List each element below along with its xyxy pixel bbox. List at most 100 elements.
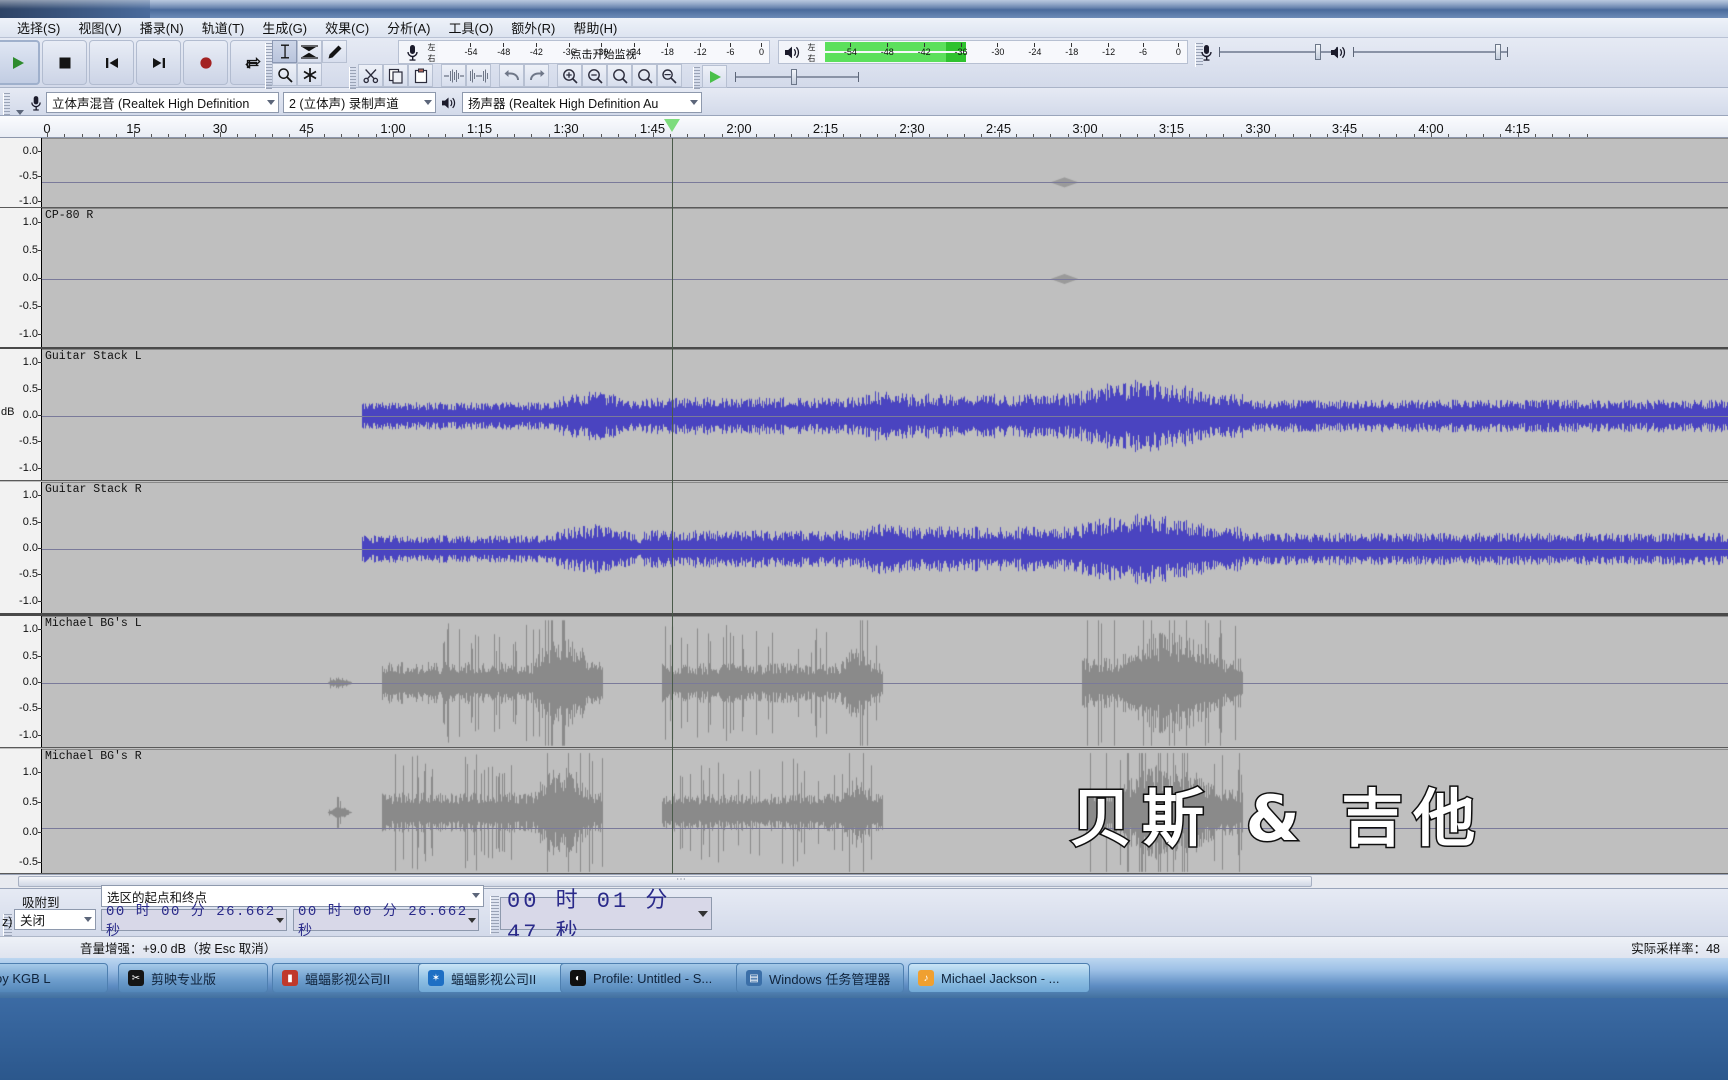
vruler-label: 0.5 xyxy=(22,244,38,256)
track-control-panel[interactable]: 0.0 -0.5 -1.0 xyxy=(0,138,42,208)
skip-to-end-button[interactable] xyxy=(136,40,181,85)
trim-audio-icon xyxy=(443,68,465,84)
audio-position-field[interactable]: 00 时 01 分 47 秒 xyxy=(500,889,712,946)
recording-meter-bars[interactable]: -54 -48 -42 -36 -30 -24 -18 -12 -6 0 点击开始监视 xyxy=(438,41,769,63)
playback-device-select[interactable]: 扬声器 (Realtek High Definition Au xyxy=(462,92,702,113)
tools-toolbar-grip[interactable] xyxy=(265,43,272,89)
play-at-speed-button[interactable] xyxy=(702,65,727,88)
menu-item-8[interactable]: 工具(O) xyxy=(440,17,503,38)
waveform-display[interactable] xyxy=(42,482,1728,615)
ruler-minor-tick xyxy=(427,134,429,137)
selection-start-field[interactable]: 00 时 00 分 26.662 秒 xyxy=(101,904,287,940)
ruler-minor-tick xyxy=(341,134,343,137)
zoom-in-button[interactable] xyxy=(557,64,582,87)
menu-item-4[interactable]: 轨道(T) xyxy=(193,17,254,38)
zoom-tool[interactable] xyxy=(272,63,297,86)
draw-tool[interactable] xyxy=(322,40,347,63)
track-control-panel[interactable]: 1.0 0.5 0.0 -0.5 -1.0 xyxy=(0,482,42,614)
selection-end-field[interactable]: 00 时 00 分 26.662 秒 xyxy=(293,904,479,940)
window-title-bar xyxy=(0,0,1728,18)
envelope-tool[interactable] xyxy=(297,40,322,63)
recording-volume-slider[interactable] xyxy=(1219,43,1337,61)
taskbar-item-3[interactable]: ▮ 蝠蝠影视公司II xyxy=(272,963,432,993)
recording-channels-select[interactable]: 2 (立体声) 录制声道 xyxy=(283,92,436,113)
speaker-icon xyxy=(779,41,805,63)
ruler-minor-tick xyxy=(1552,134,1554,137)
track-control-panel[interactable]: 1.0 0.5 0.0 -0.5 -1.0 xyxy=(0,616,42,748)
spinner-down-icon[interactable] xyxy=(276,918,284,923)
fit-selection-button[interactable] xyxy=(607,64,632,87)
track-control-panel[interactable]: 1.0 0.5 0.0 -0.5 xyxy=(0,749,42,874)
menu-item-7[interactable]: 分析(A) xyxy=(378,17,439,38)
copy-button[interactable] xyxy=(383,64,408,87)
playback-meter-bars[interactable]: -54 -48 -42 -36 -30 -24 -18 -12 -6 0 xyxy=(818,41,1187,63)
taskbar-item-label: 蝠蝠影视公司II xyxy=(305,971,391,987)
chevron-down-icon xyxy=(472,893,480,898)
track-4[interactable]: 1.0 0.5 0.0 -0.5 -1.0 Guitar Stack R xyxy=(0,482,1728,615)
spinner-down-icon[interactable] xyxy=(698,911,708,917)
menu-item-10[interactable]: 帮助(H) xyxy=(564,17,626,38)
menu-item-5[interactable]: 生成(G) xyxy=(253,17,316,38)
track-3[interactable]: 1.0 0.5 0.0 -0.5 -1.0 Guitar Stack L xyxy=(0,349,1728,482)
zoom-toggle-button[interactable] xyxy=(657,64,682,87)
redo-button[interactable] xyxy=(524,64,549,87)
track-panel-area[interactable]: 贝斯 & 吉他 0.0 -0.5 -1.0 1.0 0.5 0.0 -0.5 -1.0 CP-8… xyxy=(0,138,1728,874)
menu-item-1[interactable]: 选择(S) xyxy=(8,17,69,38)
silence-button[interactable] xyxy=(466,64,491,87)
scissors-icon xyxy=(362,68,379,84)
recording-volume-control[interactable] xyxy=(1200,40,1337,64)
cut-button[interactable] xyxy=(358,64,383,87)
playhead-marker[interactable] xyxy=(663,119,680,132)
ruler-tick xyxy=(1085,132,1086,137)
taskbar-item-5[interactable]: ◐ Profile: Untitled - S... xyxy=(560,963,746,993)
track-2[interactable]: 1.0 0.5 0.0 -0.5 -1.0 CP-80 R xyxy=(0,208,1728,349)
waveform-display[interactable] xyxy=(42,349,1728,482)
trim-button[interactable] xyxy=(441,64,466,87)
skip-to-start-button[interactable] xyxy=(89,40,134,85)
play-icon xyxy=(10,55,26,71)
vruler-label: -0.5 xyxy=(19,702,38,715)
spinner-down-icon[interactable] xyxy=(468,918,476,923)
ruler-minor-tick xyxy=(1396,134,1398,137)
track-5[interactable]: 1.0 0.5 0.0 -0.5 -1.0 Michael BG's L xyxy=(0,616,1728,749)
waveform-display[interactable] xyxy=(42,616,1728,749)
vruler-label: 0.5 xyxy=(22,382,38,395)
fit-project-button[interactable] xyxy=(632,64,657,87)
meter-tick: -24 xyxy=(1028,43,1041,57)
paste-button[interactable] xyxy=(408,64,433,87)
playback-meter-toolbar[interactable]: 左 右 -54 -48 -42 -36 -30 -24 -18 -12 -6 0 xyxy=(778,40,1188,64)
device-toolbar-grip[interactable] xyxy=(3,93,10,115)
track-control-panel[interactable]: 1.0 0.5 0.0 -0.5 -1.0 xyxy=(0,208,42,348)
selection-tool[interactable] xyxy=(272,40,297,63)
audio-position-toolbar-grip[interactable] xyxy=(490,896,499,934)
snap-to-select[interactable]: 关闭 xyxy=(14,909,96,930)
waveform-display[interactable] xyxy=(42,208,1728,349)
menu-item-9[interactable]: 额外(R) xyxy=(502,17,564,38)
taskbar-item-6[interactable]: ▤ Windows 任务管理器 xyxy=(736,963,904,993)
play-speed-slider[interactable] xyxy=(733,65,861,88)
recording-meter-toolbar[interactable]: 左 右 -54 -48 -42 -36 -30 -24 -18 -12 -6 0 点击开始监视 xyxy=(398,40,770,64)
stop-button[interactable] xyxy=(42,40,87,85)
recording-device-select[interactable]: 立体声混音 (Realtek High Definition xyxy=(46,92,279,113)
timeline-ruler[interactable]: 0 15 30 45 1:00 1:15 1:30 1:45 2:00 2:15 2:30 2:45 3… xyxy=(0,116,1728,138)
undo-button[interactable] xyxy=(499,64,524,87)
multi-tool[interactable] xyxy=(297,63,322,86)
play-button[interactable] xyxy=(0,40,40,85)
ruler-minor-tick xyxy=(1534,134,1536,137)
taskbar-item-1[interactable]: ◑oy KGB L xyxy=(0,963,108,993)
playback-volume-slider[interactable] xyxy=(1353,43,1508,61)
menu-item-3[interactable]: 播录(N) xyxy=(131,17,193,38)
waveform-display[interactable] xyxy=(42,138,1728,209)
ruler-minor-tick xyxy=(773,134,775,137)
zoom-out-button[interactable] xyxy=(582,64,607,87)
menu-item-6[interactable]: 效果(C) xyxy=(316,17,378,38)
play-at-speed-grip[interactable] xyxy=(693,67,700,89)
record-button[interactable] xyxy=(183,40,228,85)
ruler-tick xyxy=(479,132,481,137)
edit-toolbar-grip[interactable] xyxy=(349,67,356,89)
taskbar-item-2[interactable]: ✂ 剪映专业版 xyxy=(118,963,268,993)
taskbar-item-7[interactable]: ♪ Michael Jackson - ... xyxy=(908,963,1090,993)
playback-volume-control[interactable] xyxy=(1330,40,1508,64)
menu-item-2[interactable]: 视图(V) xyxy=(69,17,130,38)
track-1[interactable]: 0.0 -0.5 -1.0 xyxy=(0,138,1728,209)
